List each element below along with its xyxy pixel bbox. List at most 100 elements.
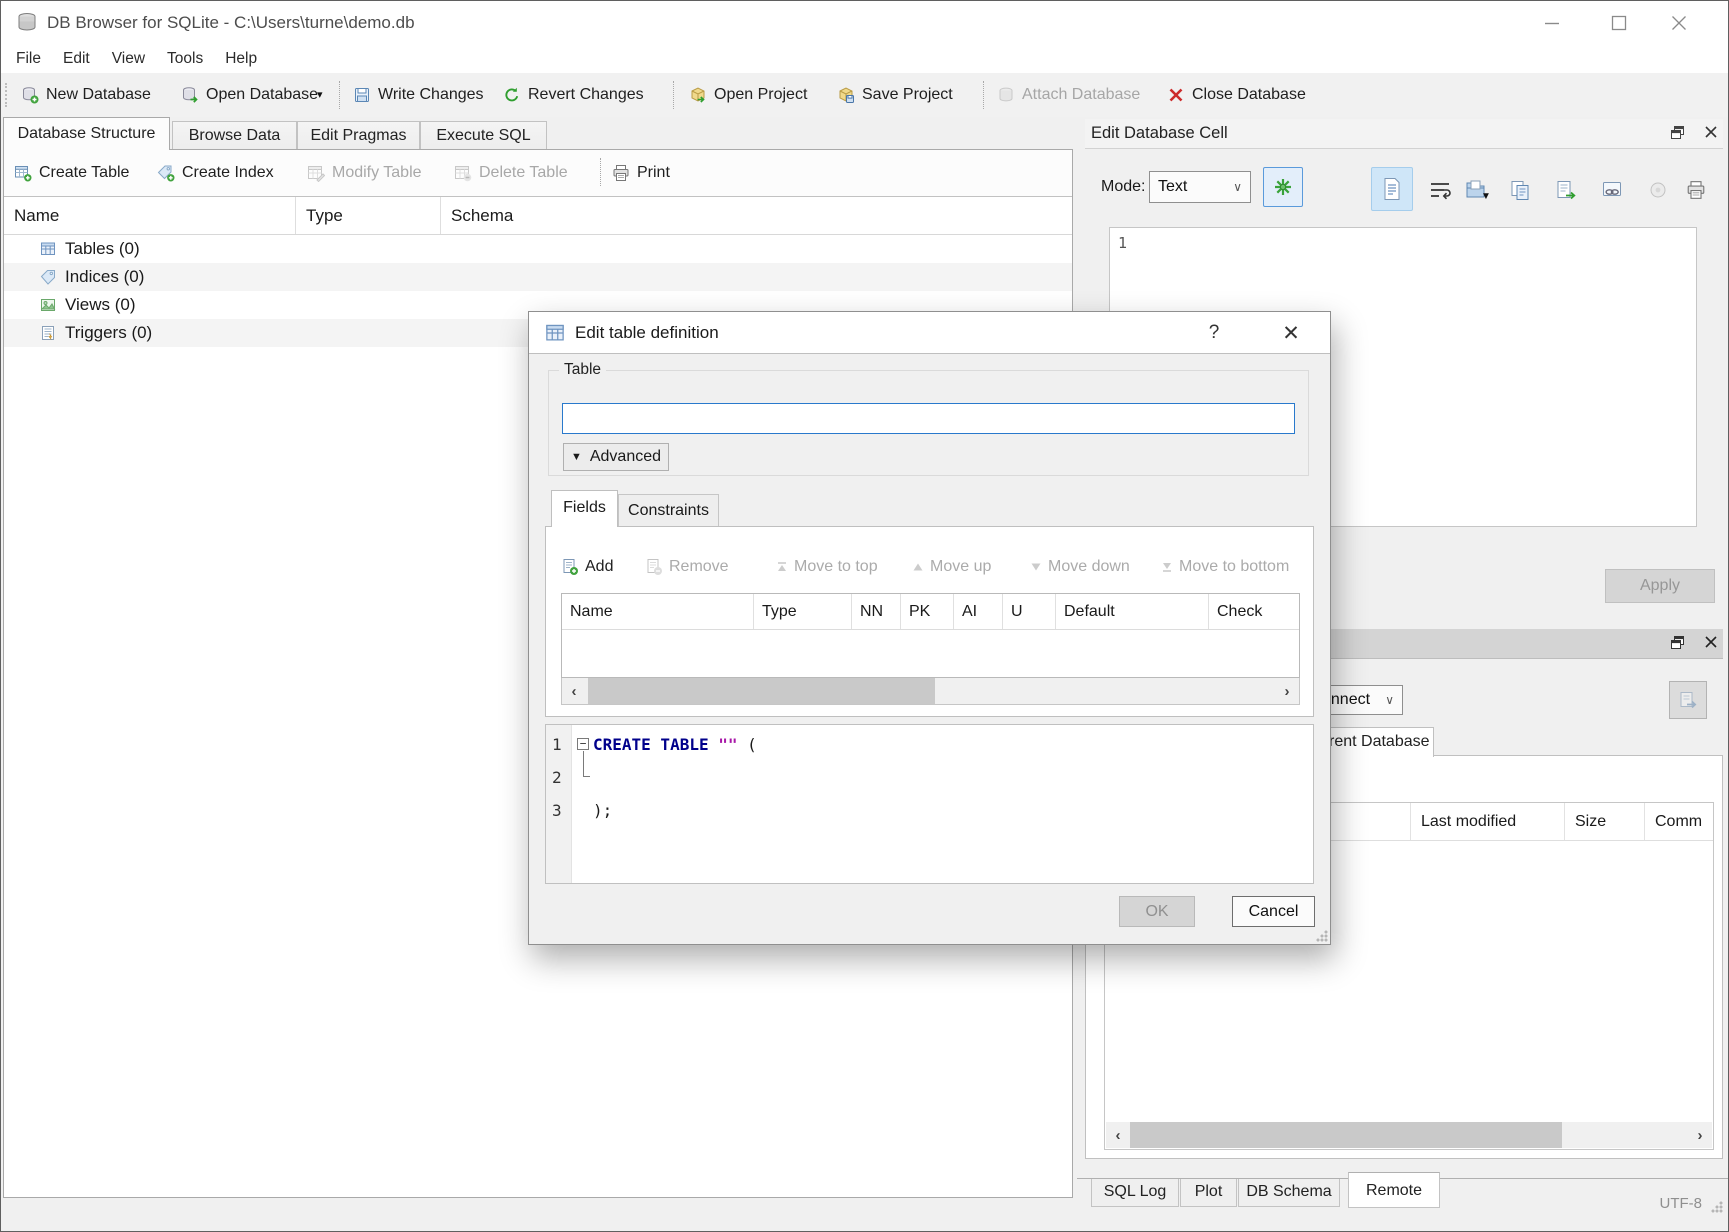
set-null-button[interactable] xyxy=(1643,175,1673,205)
text-view-button[interactable] xyxy=(1371,167,1413,211)
column-header-schema[interactable]: Schema xyxy=(441,197,1072,234)
scroll-right-icon[interactable]: › xyxy=(1275,678,1299,704)
toolbar-separator xyxy=(339,81,340,109)
move-to-top-button[interactable]: Move to top xyxy=(776,553,878,581)
column-header-check[interactable]: Check xyxy=(1209,594,1299,629)
cancel-button[interactable]: Cancel xyxy=(1232,896,1315,927)
tab-db-schema[interactable]: DB Schema xyxy=(1238,1179,1340,1207)
menu-help[interactable]: Help xyxy=(214,47,268,71)
tree-row-indices[interactable]: Indices (0) xyxy=(4,263,1072,291)
auto-apply-button[interactable] xyxy=(1263,167,1303,207)
fields-horizontal-scrollbar[interactable]: ‹ › xyxy=(561,678,1300,705)
menu-tools[interactable]: Tools xyxy=(156,47,214,71)
menu-edit[interactable]: Edit xyxy=(52,47,101,71)
column-header-type[interactable]: Type xyxy=(296,197,441,234)
column-header-name[interactable]: Name xyxy=(4,197,296,234)
encoding-status: UTF-8 xyxy=(1660,1195,1703,1212)
dialog-close-button[interactable]: ✕ xyxy=(1276,318,1306,348)
menu-file[interactable]: File xyxy=(5,47,52,71)
column-header-nn[interactable]: NN xyxy=(852,594,901,629)
scroll-left-icon[interactable]: ‹ xyxy=(562,678,586,704)
tab-constraints[interactable]: Constraints xyxy=(618,494,719,527)
close-icon xyxy=(1704,125,1718,139)
column-header-u[interactable]: U xyxy=(1003,594,1056,629)
write-changes-button[interactable]: Write Changes xyxy=(353,78,484,112)
add-field-button[interactable]: Add xyxy=(561,553,613,581)
column-header-pk[interactable]: PK xyxy=(901,594,954,629)
toolbar-handle[interactable] xyxy=(5,83,8,107)
column-header-commit[interactable]: Comm xyxy=(1645,803,1713,840)
push-database-button[interactable] xyxy=(1669,681,1707,719)
tab-sql-log[interactable]: SQL Log xyxy=(1091,1179,1179,1207)
column-header-size[interactable]: Size xyxy=(1565,803,1645,840)
scrollbar-thumb[interactable] xyxy=(588,678,935,704)
tab-current-database[interactable]: rent Database xyxy=(1324,727,1434,757)
scroll-right-icon[interactable]: › xyxy=(1688,1122,1712,1148)
word-wrap-button[interactable] xyxy=(1425,175,1455,205)
edit-database-cell-title: Edit Database Cell xyxy=(1091,124,1228,143)
move-to-bottom-button[interactable]: Move to bottom xyxy=(1161,553,1289,581)
column-header-name[interactable]: Name xyxy=(562,594,754,629)
mode-label: Mode: xyxy=(1101,165,1145,209)
dialog-help-button[interactable]: ? xyxy=(1199,318,1229,348)
move-up-button[interactable]: Move up xyxy=(912,553,991,581)
table-name-input[interactable] xyxy=(562,403,1295,434)
open-database-button[interactable]: Open Database xyxy=(181,78,318,112)
menu-bar: File Edit View Tools Help xyxy=(1,45,1728,73)
window-resize-grip[interactable] xyxy=(1711,1201,1723,1213)
tab-edit-pragmas[interactable]: Edit Pragmas xyxy=(297,121,420,150)
image-link-button[interactable] xyxy=(1597,175,1627,205)
ok-button[interactable]: OK xyxy=(1119,896,1195,927)
remove-field-button[interactable]: Remove xyxy=(645,553,729,581)
dialog-resize-grip[interactable] xyxy=(1316,930,1328,942)
column-header-type[interactable]: Type xyxy=(754,594,852,629)
tab-execute-sql[interactable]: Execute SQL xyxy=(420,121,547,150)
minimize-button[interactable] xyxy=(1526,1,1578,45)
apply-button[interactable]: Apply xyxy=(1605,569,1715,603)
create-index-button[interactable]: Create Index xyxy=(157,158,274,188)
move-down-button[interactable]: Move down xyxy=(1030,553,1130,581)
scroll-left-icon[interactable]: ‹ xyxy=(1106,1122,1130,1148)
column-header-default[interactable]: Default xyxy=(1056,594,1209,629)
create-table-button[interactable]: Create Table xyxy=(14,158,129,188)
close-database-button[interactable]: Close Database xyxy=(1167,78,1306,112)
revert-changes-button[interactable]: Revert Changes xyxy=(503,78,644,112)
import-button[interactable]: ▼ xyxy=(1457,173,1493,207)
modify-table-button[interactable]: Modify Table xyxy=(307,158,422,188)
close-panel-button[interactable] xyxy=(1699,632,1723,652)
close-button[interactable] xyxy=(1653,1,1705,45)
export-icon xyxy=(1555,179,1577,201)
float-panel-button[interactable] xyxy=(1665,632,1689,652)
main-tab-bar: Database Structure Browse Data Edit Prag… xyxy=(1,117,1077,150)
mode-select[interactable]: Text ∨ xyxy=(1149,171,1251,203)
column-header-last-modified[interactable]: Last modified xyxy=(1411,803,1565,840)
delete-table-button[interactable]: Delete Table xyxy=(454,158,568,188)
sql-preview-editor[interactable]: 1 2 3 − CREATE TABLE "" ( ); xyxy=(545,724,1314,884)
remove-icon xyxy=(645,558,663,576)
tab-remote[interactable]: Remote xyxy=(1348,1172,1440,1208)
open-project-button[interactable]: Open Project xyxy=(689,78,807,112)
tab-plot[interactable]: Plot xyxy=(1180,1179,1237,1207)
close-panel-button[interactable] xyxy=(1699,122,1723,142)
save-project-button[interactable]: Save Project xyxy=(837,78,953,112)
attach-database-button[interactable]: Attach Database xyxy=(997,78,1140,112)
print-label: Print xyxy=(637,164,670,182)
tab-database-structure[interactable]: Database Structure xyxy=(3,117,170,150)
scrollbar-thumb[interactable] xyxy=(1130,1122,1562,1148)
export-button[interactable] xyxy=(1551,175,1581,205)
menu-view[interactable]: View xyxy=(101,47,156,71)
fold-collapse-icon[interactable]: − xyxy=(577,738,589,750)
tree-row-tables[interactable]: Tables (0) xyxy=(4,235,1072,263)
tab-fields[interactable]: Fields xyxy=(551,490,618,527)
tab-browse-data[interactable]: Browse Data xyxy=(172,121,297,150)
open-database-dropdown[interactable]: ▾ xyxy=(317,78,323,112)
maximize-button[interactable] xyxy=(1593,1,1645,45)
copy-button[interactable] xyxy=(1505,175,1535,205)
print-button[interactable]: Print xyxy=(612,158,670,188)
print-cell-button[interactable] xyxy=(1681,175,1711,205)
float-panel-button[interactable] xyxy=(1665,122,1689,142)
column-header-ai[interactable]: AI xyxy=(954,594,1003,629)
remote-horizontal-scrollbar[interactable]: ‹ › xyxy=(1106,1122,1712,1148)
new-database-button[interactable]: New Database xyxy=(21,78,151,112)
advanced-button[interactable]: ▼ Advanced xyxy=(563,443,669,471)
